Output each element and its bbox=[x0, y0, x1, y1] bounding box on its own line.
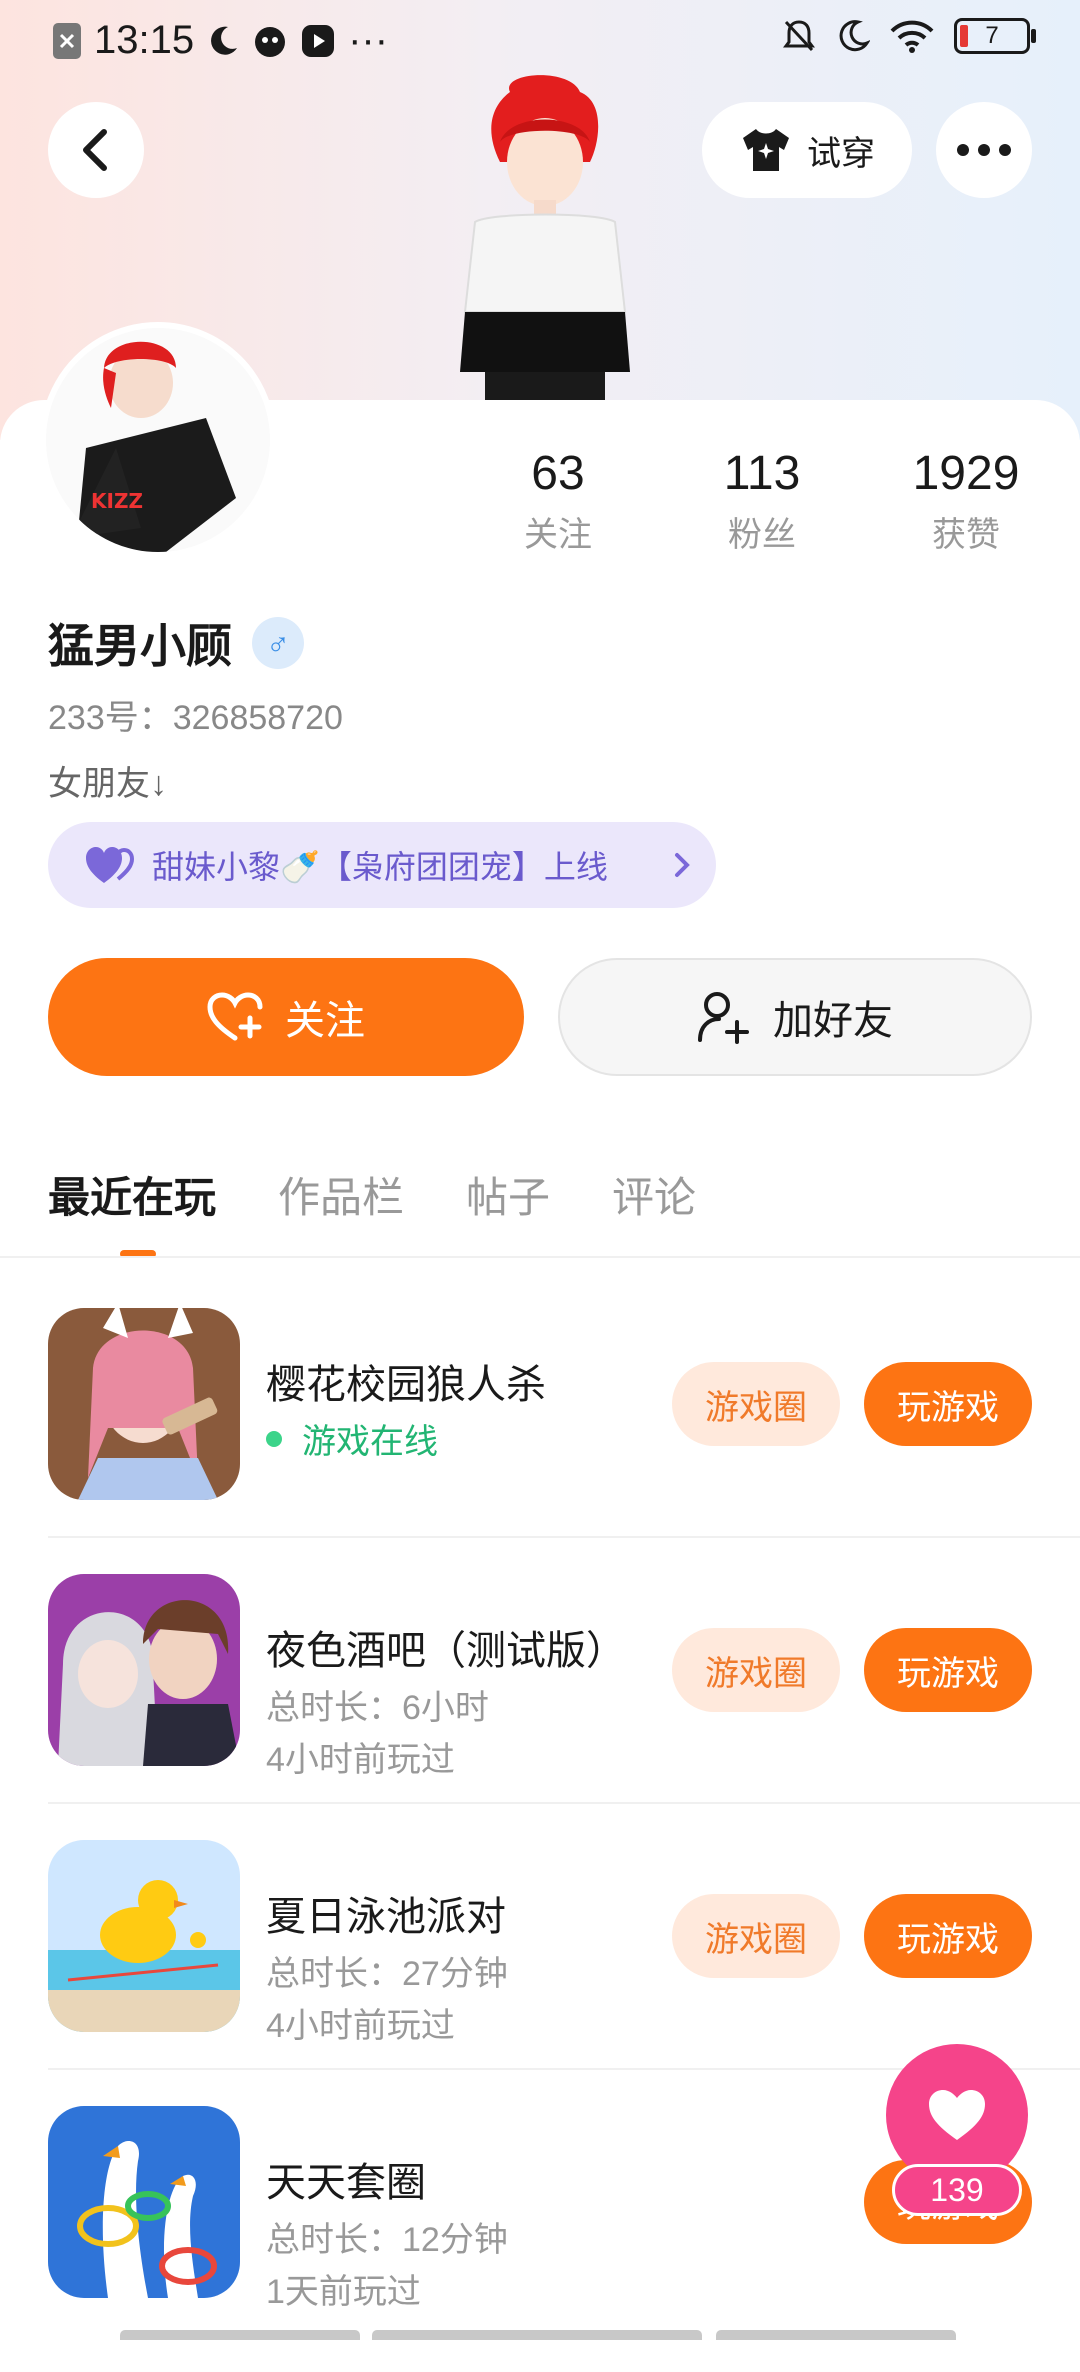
back-arrow-icon bbox=[83, 129, 107, 171]
add-user-icon bbox=[698, 992, 749, 1044]
last-played: 1天前玩过 bbox=[266, 2273, 421, 2311]
user-name: 猛男小顾 bbox=[48, 620, 232, 672]
game-icon bbox=[48, 2106, 240, 2298]
tab-recently-played[interactable]: 最近在玩 bbox=[48, 1164, 216, 1225]
game-icon bbox=[48, 1574, 240, 1766]
last-played: 4小时前玩过 bbox=[266, 1741, 455, 1779]
try-on-label: 试穿 bbox=[807, 134, 875, 173]
game-title: 天天套圈 bbox=[266, 2161, 426, 2205]
game-icon bbox=[48, 1840, 240, 2032]
chevron-right-icon bbox=[675, 853, 690, 877]
add-friend-label: 加好友 bbox=[773, 999, 893, 1043]
tab-divider bbox=[0, 1256, 1080, 1258]
fans-count: 113 bbox=[723, 447, 801, 500]
game-icon bbox=[48, 1308, 240, 1500]
fans-label: 粉丝 bbox=[728, 516, 796, 554]
more-dots-icon bbox=[957, 144, 1011, 156]
double-heart-icon bbox=[86, 847, 135, 883]
online-dot-icon bbox=[266, 1430, 282, 1447]
male-gender-icon: ♂ bbox=[252, 617, 304, 669]
close-notification-icon bbox=[52, 22, 82, 60]
user-bio: 女朋友↓ bbox=[48, 765, 167, 803]
play-game-button[interactable]: 玩游戏 bbox=[864, 1362, 1032, 1446]
user-id[interactable]: 233号：326858720 bbox=[48, 690, 343, 739]
video-app-icon bbox=[300, 23, 336, 59]
following-label: 关注 bbox=[524, 516, 592, 554]
status-more: ··· bbox=[348, 18, 389, 62]
tab-posts[interactable]: 帖子 bbox=[466, 1164, 550, 1225]
game-title: 夏日泳池派对 bbox=[266, 1895, 506, 1939]
play-duration: 总时长：12分钟 bbox=[266, 2221, 508, 2259]
like-count-badge: 139 bbox=[892, 2164, 1022, 2216]
battery-level: 7 bbox=[985, 22, 999, 49]
avatar-character-image bbox=[430, 72, 650, 402]
game-circle-button[interactable]: 游戏圈 bbox=[672, 1894, 840, 1978]
mute-icon bbox=[782, 18, 816, 54]
likes-stat[interactable]: 1929 获赞 bbox=[886, 446, 1046, 556]
game-title: 夜色酒吧（测试版） bbox=[266, 1629, 626, 1673]
likes-label: 获赞 bbox=[932, 516, 1000, 554]
shirt-icon bbox=[743, 129, 789, 171]
status-time: 13:15 bbox=[94, 18, 195, 62]
gender-symbol: ♂ bbox=[266, 624, 290, 661]
wifi-icon bbox=[890, 19, 934, 53]
play-game-button[interactable]: 玩游戏 bbox=[864, 1894, 1032, 1978]
more-options-button[interactable] bbox=[936, 102, 1032, 198]
online-text: 游戏在线 bbox=[302, 1423, 438, 1461]
cp-banner[interactable]: 甜妹小黎🍼【枭府团团宠】上线 bbox=[48, 822, 716, 908]
last-played: 4小时前玩过 bbox=[266, 2007, 455, 2045]
list-divider bbox=[48, 1802, 1080, 1804]
following-count: 63 bbox=[531, 447, 585, 500]
game-circle-button[interactable]: 游戏圈 bbox=[672, 1362, 840, 1446]
play-duration: 总时长：27分钟 bbox=[266, 1955, 508, 1993]
heart-icon bbox=[929, 2090, 985, 2140]
list-item[interactable]: 夜色酒吧（测试版） 总时长：6小时 4小时前玩过 游戏圈 玩游戏 bbox=[48, 1574, 1080, 1840]
avatar[interactable]: KIZZ bbox=[40, 322, 276, 558]
svg-text:KIZZ: KIZZ bbox=[91, 489, 143, 513]
battery-icon: 7 bbox=[954, 18, 1036, 54]
user-name-row: 猛男小顾 ♂ bbox=[48, 610, 304, 676]
home-indicator bbox=[372, 2330, 702, 2340]
tab-comments[interactable]: 评论 bbox=[612, 1164, 696, 1225]
play-game-button[interactable]: 玩游戏 bbox=[864, 1628, 1032, 1712]
moon-icon bbox=[206, 24, 240, 58]
home-indicator bbox=[120, 2330, 360, 2340]
follow-button[interactable]: 关注 bbox=[48, 958, 524, 1076]
heart-plus-icon bbox=[207, 992, 263, 1041]
cp-text: 甜妹小黎🍼【枭府团团宠】上线 bbox=[152, 849, 608, 885]
game-circle-button[interactable]: 游戏圈 bbox=[672, 1628, 840, 1712]
play-duration: 总时长：6小时 bbox=[266, 1689, 489, 1727]
likes-count: 1929 bbox=[912, 447, 1020, 500]
tab-works[interactable]: 作品栏 bbox=[278, 1164, 404, 1225]
following-stat[interactable]: 63 关注 bbox=[478, 446, 638, 556]
list-item[interactable]: 樱花校园狼人杀 游戏在线 游戏圈 玩游戏 bbox=[48, 1308, 1080, 1574]
dnd-moon-icon bbox=[836, 19, 870, 53]
game-title: 樱花校园狼人杀 bbox=[266, 1363, 546, 1407]
follow-label: 关注 bbox=[285, 999, 365, 1043]
back-button[interactable] bbox=[48, 102, 144, 198]
try-on-button[interactable]: 试穿 bbox=[702, 102, 912, 198]
home-indicator bbox=[716, 2330, 956, 2340]
fans-stat[interactable]: 113 粉丝 bbox=[682, 446, 842, 556]
profile-tabs: 最近在玩 作品栏 帖子 评论 bbox=[48, 1164, 696, 1225]
online-status: 游戏在线 bbox=[266, 1414, 438, 1463]
list-divider bbox=[48, 1536, 1080, 1538]
app-face-icon bbox=[252, 23, 288, 59]
add-friend-button[interactable]: 加好友 bbox=[558, 958, 1032, 1076]
